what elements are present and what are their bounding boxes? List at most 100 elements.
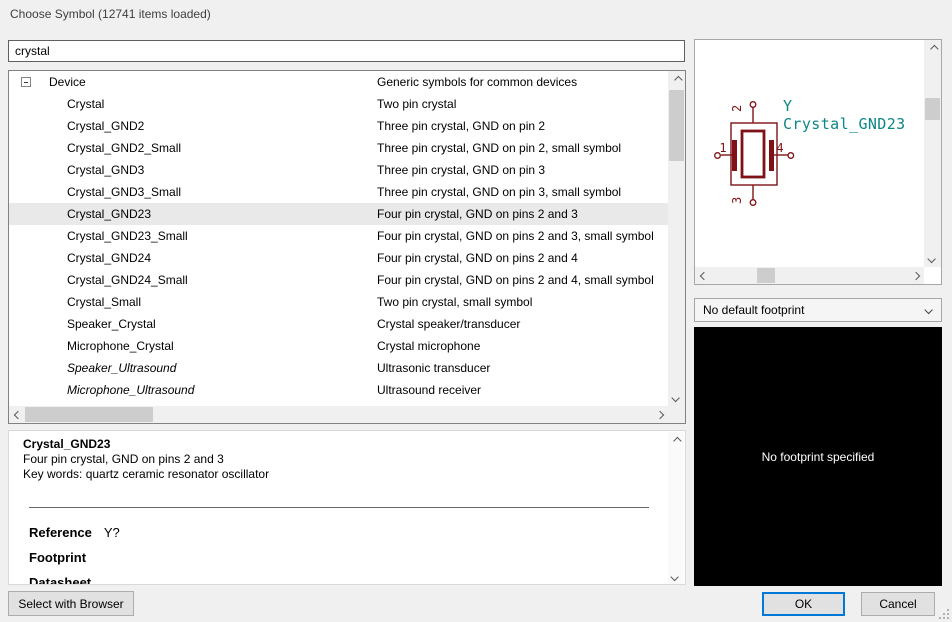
scroll-left-icon[interactable] [695,267,712,284]
chevron-down-icon [924,306,932,314]
scroll-left-icon[interactable] [9,406,26,423]
scrollbar-thumb[interactable] [669,90,684,161]
pin-4-number: 4 [776,141,783,155]
tree-row[interactable]: Crystal_GND3_Small Three pin crystal, GND… [9,181,668,203]
footprint-select[interactable]: No default footprint [694,298,942,322]
symbol-description: Four pin crystal, GND on pins 2 and 3 [377,203,578,225]
scrollbar-thumb[interactable] [925,98,940,120]
symbol-name: Crystal_GND2 [67,115,144,137]
tree-row[interactable]: Crystal_GND23 Four pin crystal, GND on pi… [9,203,668,225]
scrollbar-corner [924,267,941,284]
preview-horizontal-scrollbar[interactable] [695,267,924,284]
detail-description: Four pin crystal, GND on pins 2 and 3 [23,452,655,466]
symbol-description: Crystal microphone [377,335,480,357]
pin-2-circle [750,102,756,108]
scroll-up-icon[interactable] [668,432,684,449]
pin-1-number: 1 [719,141,726,155]
select-with-browser-button[interactable]: Select with Browser [8,591,134,616]
crystal-body [742,131,764,177]
symbol-description: Four pin crystal, GND on pins 2 and 4, s… [377,269,654,291]
detail-field: Datasheet [29,575,655,585]
symbol-name: Crystal_Small [67,291,141,313]
symbol-name: Crystal_GND3_Small [67,181,181,203]
symbol-name: Crystal_GND23 [67,203,151,225]
detail-field-value: Y? [104,525,120,540]
tree-row[interactable]: Device Generic symbols for common devices [9,71,668,93]
footprint-preview-panel: No footprint specified [694,327,942,586]
tree-row[interactable]: Crystal_GND24_Small Four pin crystal, GND… [9,269,668,291]
scrollbar-thumb[interactable] [25,407,153,422]
symbol-description: Two pin crystal [377,93,456,115]
preview-reference: Y [783,97,792,115]
symbol-name: Crystal_GND2_Small [67,137,181,159]
dialog-title: Choose Symbol (12741 items loaded) [10,7,211,21]
detail-keywords: Key words: quartz ceramic resonator osci… [23,467,655,481]
tree-row[interactable]: Crystal_GND23_Small Four pin crystal, GND… [9,225,668,247]
symbol-description: Ultrasonic transducer [377,357,490,379]
detail-field-label: Datasheet [29,575,91,585]
pin-3-number: 3 [730,197,744,204]
detail-field: Reference Y? [29,525,655,540]
symbol-description: Crystal speaker/transducer [377,313,520,335]
scroll-down-icon[interactable] [924,250,941,267]
symbol-tree-panel: Device Generic symbols for common devices… [8,70,686,424]
symbol-name: Crystal [67,93,104,115]
search-input[interactable] [8,40,685,62]
symbol-description: Four pin crystal, GND on pins 2 and 3, s… [377,225,654,247]
scroll-down-icon[interactable] [668,568,684,585]
symbol-tree: Device Generic symbols for common devices… [9,71,668,406]
preview-symbol-name: Crystal_GND23 [783,115,906,133]
symbol-name: Crystal_GND3 [67,159,144,181]
symbol-name: Speaker_Ultrasound [67,357,176,379]
scrollbar-thumb[interactable] [757,268,775,283]
detail-field-label: Footprint [29,550,86,565]
detail-fields: Reference Y? Footprint Datasheet [29,525,655,585]
symbol-name: Microphone_Crystal [67,335,174,357]
tree-vertical-scrollbar[interactable] [668,71,685,406]
tree-row[interactable]: Crystal_GND24 Four pin crystal, GND on pi… [9,247,668,269]
symbol-description: Four pin crystal, GND on pins 2 and 4 [377,247,578,269]
tree-row[interactable]: Speaker_Crystal Crystal speaker/transduce… [9,313,668,335]
tree-row[interactable]: Crystal Two pin crystal [9,93,668,115]
detail-field: Footprint [29,550,655,565]
detail-field-label: Reference [29,525,92,540]
symbol-description: Three pin crystal, GND on pin 2, small s… [377,137,621,159]
preview-vertical-scrollbar[interactable] [924,40,941,267]
tree-row[interactable]: Microphone_UltrasoundUltrasound receiver [9,379,668,401]
symbol-name: Speaker_Crystal [67,313,156,335]
symbol-description: Three pin crystal, GND on pin 2 [377,115,545,137]
detail-scrollbar[interactable] [668,432,684,585]
pin-2-number: 2 [730,105,744,112]
ok-button[interactable]: OK [762,592,845,616]
symbol-description: Two pin crystal, small symbol [377,291,532,313]
scroll-right-icon[interactable] [907,267,924,284]
symbol-name: Crystal_GND24_Small [67,269,188,291]
tree-horizontal-scrollbar[interactable] [9,406,668,423]
symbol-name: Device [49,71,86,93]
symbol-description: Ultrasound receiver [377,379,481,401]
pin-3-circle [750,200,756,206]
resize-grip-icon[interactable] [939,609,949,619]
tree-row[interactable]: Speaker_Ultrasound Ultrasonic transducer [9,357,668,379]
symbol-preview-canvas: 1 4 2 3 Y Crystal_GND23 [695,40,924,267]
tree-row[interactable]: Crystal_GND2 Three pin crystal, GND on pi… [9,115,668,137]
cancel-button[interactable]: Cancel [861,592,935,616]
detail-divider [29,507,649,508]
scrollbar-corner [668,406,685,423]
scroll-up-icon[interactable] [668,71,685,88]
symbol-description: Three pin crystal, GND on pin 3 [377,159,545,181]
symbol-description: Three pin crystal, GND on pin 3, small s… [377,181,621,203]
scroll-right-icon[interactable] [651,406,668,423]
pin-4-circle [788,153,794,159]
tree-row[interactable]: Crystal_Small Two pin crystal, small symb… [9,291,668,313]
tree-row[interactable]: Microphone_Crystal Crystal microphone [9,335,668,357]
scroll-up-icon[interactable] [924,40,941,57]
symbol-name: Crystal_GND24 [67,247,151,269]
tree-collapse-icon[interactable] [21,77,31,87]
tree-row[interactable]: Crystal_GND3 Three pin crystal, GND on pi… [9,159,668,181]
symbol-name: Crystal_GND23_Small [67,225,188,247]
symbol-preview-panel: 1 4 2 3 Y Crystal_GND23 [694,39,942,285]
tree-row[interactable]: Crystal_GND2_Small Three pin crystal, GND… [9,137,668,159]
scroll-down-icon[interactable] [668,389,685,406]
symbol-description: Generic symbols for common devices [377,71,577,93]
